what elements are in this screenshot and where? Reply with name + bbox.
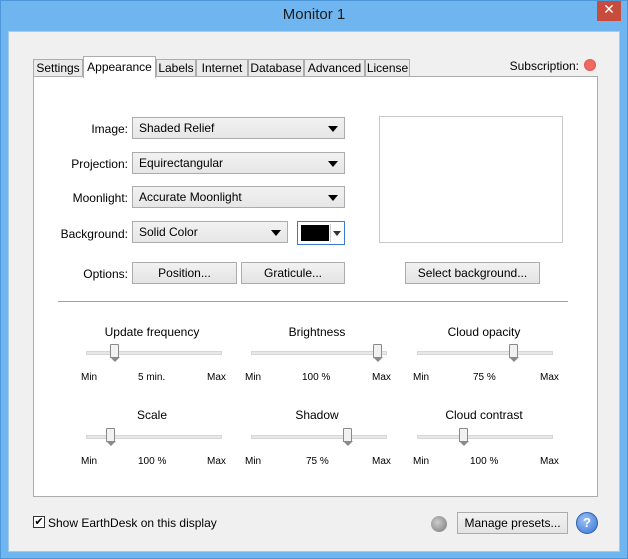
chevron-down-icon (328, 161, 338, 167)
tab-license[interactable]: License (365, 59, 410, 77)
window-title: Monitor 1 (282, 6, 346, 23)
cloud-opacity-slider[interactable] (417, 344, 553, 362)
moonlight-select[interactable]: Accurate Moonlight (132, 186, 345, 208)
help-icon[interactable]: ? (576, 512, 598, 534)
title-bar[interactable]: Monitor 1 ✕ (1, 1, 627, 31)
slider-value: 100 % (138, 456, 167, 467)
options-label: Options: (83, 267, 128, 281)
background-select[interactable]: Solid Color (132, 221, 288, 243)
monitor-window: Monitor 1 ✕ Settings Appearance Labels I… (0, 0, 628, 559)
image-select[interactable]: Shaded Relief (132, 117, 345, 139)
slider-max-label: Max (372, 372, 391, 383)
projection-select-value: Equirectangular (139, 156, 224, 170)
show-earthdesk-checkbox[interactable]: ✔ (33, 516, 45, 528)
slider-value: 75 % (306, 456, 329, 467)
show-earthdesk-label: Show EarthDesk on this display (48, 516, 217, 530)
slider-value: 75 % (473, 372, 496, 383)
slider-max-label: Max (372, 456, 391, 467)
chevron-down-icon (328, 126, 338, 132)
tab-labels[interactable]: Labels (156, 59, 196, 77)
slider-min-label: Min (413, 372, 430, 383)
slider-thumb[interactable] (343, 428, 353, 446)
position-button[interactable]: Position... (132, 262, 237, 284)
update-frequency-slider[interactable] (86, 344, 222, 362)
slider-thumb[interactable] (373, 344, 383, 362)
slider-title: Cloud contrast (445, 408, 523, 422)
slider-max-label: Max (207, 372, 226, 383)
slider-title: Update frequency (104, 325, 200, 339)
projection-select[interactable]: Equirectangular (132, 152, 345, 174)
slider-min-label: Min (81, 372, 98, 383)
tab-database[interactable]: Database (248, 59, 304, 77)
moonlight-label: Moonlight: (72, 191, 128, 205)
appearance-panel: Image: Shaded Relief Projection: Equirec… (33, 76, 598, 497)
tab-appearance[interactable]: Appearance (83, 56, 156, 78)
background-select-value: Solid Color (139, 225, 198, 239)
map-preview (379, 116, 563, 243)
image-label: Image: (91, 122, 128, 136)
tab-advanced[interactable]: Advanced (304, 59, 365, 77)
slider-max-label: Max (540, 372, 559, 383)
slider-max-label: Max (207, 456, 226, 467)
slider-value: 100 % (470, 456, 499, 467)
background-color-picker[interactable] (297, 221, 345, 245)
close-button[interactable]: ✕ (597, 1, 621, 21)
slider-title: Brightness (288, 325, 346, 339)
chevron-down-icon (328, 195, 338, 201)
chevron-down-icon[interactable] (330, 224, 342, 242)
slider-thumb[interactable] (459, 428, 469, 446)
slider-min-label: Min (413, 456, 430, 467)
cloud-contrast-slider[interactable] (417, 428, 553, 446)
slider-min-label: Min (245, 372, 262, 383)
projection-label: Projection: (71, 157, 128, 171)
slider-thumb[interactable] (110, 344, 120, 362)
spinner-icon (431, 516, 447, 532)
tab-internet[interactable]: Internet (196, 59, 248, 77)
shadow-slider[interactable] (251, 428, 387, 446)
subscription-label: Subscription: (509, 59, 579, 73)
background-label: Background: (60, 227, 128, 241)
client-area: Settings Appearance Labels Internet Data… (8, 31, 620, 552)
manage-presets-button[interactable]: Manage presets... (457, 512, 568, 534)
scale-slider[interactable] (86, 428, 222, 446)
slider-title: Scale (136, 408, 168, 422)
slider-min-label: Min (245, 456, 262, 467)
slider-min-label: Min (81, 456, 98, 467)
divider (58, 301, 568, 302)
slider-thumb[interactable] (106, 428, 116, 446)
graticule-button[interactable]: Graticule... (241, 262, 345, 284)
moonlight-select-value: Accurate Moonlight (139, 190, 242, 204)
background-color-fill (301, 225, 329, 241)
slider-value: 100 % (302, 372, 331, 383)
chevron-down-icon (271, 230, 281, 236)
slider-max-label: Max (540, 456, 559, 467)
tab-settings[interactable]: Settings (33, 59, 83, 77)
slider-title: Shadow (295, 408, 339, 422)
select-background-button[interactable]: Select background... (405, 262, 540, 284)
image-select-value: Shaded Relief (139, 121, 215, 135)
slider-thumb[interactable] (509, 344, 519, 362)
brightness-slider[interactable] (251, 344, 387, 362)
slider-title: Cloud opacity (447, 325, 521, 339)
subscription-status-indicator (584, 59, 596, 71)
slider-value: 5 min. (138, 372, 166, 383)
